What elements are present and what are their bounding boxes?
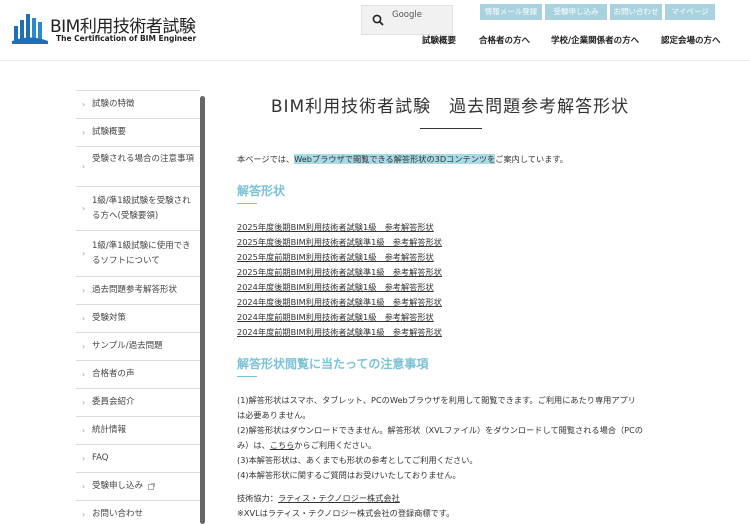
sidebar-item-label: 受験される場合の注意事項 bbox=[92, 154, 195, 164]
note-2-prefix: み）は、 bbox=[237, 440, 270, 450]
chevron-right-icon: › bbox=[82, 314, 86, 323]
contact-button[interactable]: お問い合わせ bbox=[610, 4, 662, 20]
intro-suffix: ご案内しています。 bbox=[495, 154, 568, 164]
link-2024-late-level1[interactable]: 2024年度後期BIM利用技術者試験1級 参考解答形状 bbox=[237, 281, 434, 293]
chevron-right-icon: › bbox=[82, 249, 86, 258]
link-2025-early-level1[interactable]: 2025年度前期BIM利用技術者試験1級 参考解答形状 bbox=[237, 251, 434, 263]
link-2024-late-semi1[interactable]: 2024年度後期BIM利用技術者試験準1級 参考解答形状 bbox=[237, 296, 442, 308]
credit-line: 技術協力：ラティス・テクノロジー株式会社 bbox=[237, 492, 400, 504]
intro-highlight: Webブラウザで閲覧できる解答形状の3Dコンテンツを bbox=[294, 154, 496, 164]
link-2024-early-semi1[interactable]: 2024年度前期BIM利用技術者試験準1級 参考解答形状 bbox=[237, 326, 442, 338]
credit-prefix: 技術協力： bbox=[237, 493, 278, 503]
mypage-button[interactable]: マイページ bbox=[665, 4, 715, 20]
chevron-right-icon: › bbox=[82, 398, 86, 407]
sidebar-item-statistics[interactable]: › 統計情報 bbox=[76, 416, 200, 444]
sidebar-item-label: 試験概要 bbox=[92, 127, 127, 137]
chevron-right-icon: › bbox=[82, 370, 86, 379]
chevron-right-icon: › bbox=[82, 100, 86, 109]
section-heading-answer-shapes: 解答形状 bbox=[237, 184, 286, 198]
sidebar-item-committee[interactable]: › 委員会紹介 bbox=[76, 388, 200, 416]
link-2024-early-level1[interactable]: 2024年度前期BIM利用技術者試験1級 参考解答形状 bbox=[237, 311, 434, 323]
sidebar-item-label: サンプル/過去問題 bbox=[92, 341, 163, 351]
sidebar-item-label: お問い合わせ bbox=[92, 509, 144, 519]
sidebar-item-label: FAQ bbox=[92, 453, 109, 463]
note-1-line1: (1)解答形状はスマホ、タブレット、PCのWebブラウザを利用して閲覧できます。… bbox=[237, 395, 636, 405]
link-2025-early-semi1[interactable]: 2025年度前期BIM利用技術者試験準1級 参考解答形状 bbox=[237, 266, 442, 278]
sidebar-item-testimonials[interactable]: › 合格者の声 bbox=[76, 360, 200, 388]
sidebar-item-overview[interactable]: › 試験概要 bbox=[76, 118, 200, 146]
site-logo[interactable]: BIM利用技術者試験 The Certification of BIM Engi… bbox=[12, 10, 196, 46]
note-2-suffix: からご利用ください。 bbox=[294, 440, 377, 450]
sidebar-item-label: 試験の特徴 bbox=[92, 99, 135, 109]
logo-mark-icon bbox=[12, 14, 48, 44]
sidebar-item-label: 委員会紹介 bbox=[92, 397, 135, 407]
note-2-line2: み）は、こちらからご利用ください。 bbox=[237, 439, 376, 451]
sidebar-item-guidelines[interactable]: › 1級/準1級試験を受験される方へ(受験要領) bbox=[76, 186, 200, 230]
sidebar-item-label: 受験対策 bbox=[92, 313, 127, 323]
chevron-right-icon: › bbox=[82, 510, 86, 519]
sidebar-item-faq[interactable]: › FAQ bbox=[76, 444, 200, 472]
sidebar-item-preparation[interactable]: › 受験対策 bbox=[76, 304, 200, 332]
trademark-note: ※XVLはラティス・テクノロジー株式会社の登録商標です。 bbox=[237, 508, 455, 518]
section-heading-notes: 解答形状閲覧に当たっての注意事項 bbox=[237, 357, 429, 371]
download-here-link[interactable]: こちら bbox=[270, 440, 295, 450]
chevron-right-icon: › bbox=[82, 128, 86, 137]
sidebar-item-features[interactable]: › 試験の特徴 bbox=[76, 90, 200, 118]
link-2025-late-level1[interactable]: 2025年度後期BIM利用技術者試験1級 参考解答形状 bbox=[237, 221, 434, 233]
chevron-right-icon: › bbox=[82, 482, 86, 491]
sidebar-item-label: 統計情報 bbox=[92, 425, 127, 435]
chevron-right-icon: › bbox=[82, 162, 86, 171]
sidebar-item-contact[interactable]: › お問い合わせ bbox=[76, 500, 200, 524]
chevron-right-icon: › bbox=[82, 286, 86, 295]
intro-prefix: 本ページでは、 bbox=[237, 154, 295, 164]
link-2025-late-semi1[interactable]: 2025年度後期BIM利用技術者試験準1級 参考解答形状 bbox=[237, 236, 442, 248]
sidebar-item-label: 受験申し込み bbox=[92, 481, 144, 491]
nav-passers[interactable]: 合格者の方へ bbox=[479, 34, 530, 46]
credit-company-link[interactable]: ラティス・テクノロジー株式会社 bbox=[278, 493, 400, 503]
sidebar-item-apply[interactable]: › 受験申し込み bbox=[76, 472, 200, 500]
chevron-right-icon: › bbox=[82, 342, 86, 351]
nav-exam-overview[interactable]: 試験概要 bbox=[422, 34, 456, 46]
apply-button[interactable]: 受験申し込み bbox=[545, 4, 607, 20]
sidebar-item-cautions[interactable]: › 受験される場合の注意事項 bbox=[76, 146, 200, 186]
sidebar-item-label: 1級/準1級試験に使用できるソフトについて bbox=[92, 241, 191, 266]
search-icon bbox=[372, 14, 384, 26]
chevron-right-icon: › bbox=[82, 426, 86, 435]
sidebar-item-label: 1級/準1級試験を受験される方へ(受験要領) bbox=[92, 196, 191, 221]
search-label: Google bbox=[392, 10, 422, 20]
sidebar: › 試験の特徴 › 試験概要 › 受験される場合の注意事項 › 1級/準1級試験… bbox=[76, 90, 200, 524]
external-link-icon bbox=[148, 483, 155, 490]
sidebar-item-answer-shapes[interactable]: › 過去問題参考解答形状 bbox=[76, 276, 200, 304]
page-title: BIM利用技術者試験 過去問題参考解答形状 bbox=[270, 97, 630, 117]
section-underline bbox=[237, 376, 257, 377]
mail-register-button[interactable]: 情報メール登録 bbox=[480, 4, 542, 20]
chevron-right-icon: › bbox=[82, 204, 86, 213]
note-2-line1: (2)解答形状はダウンロードできません。解答形状（XVLファイル）をダウンロード… bbox=[237, 425, 643, 435]
sidebar-item-samples[interactable]: › サンプル/過去問題 bbox=[76, 332, 200, 360]
header-divider bbox=[0, 60, 750, 61]
sidebar-item-label: 過去問題参考解答形状 bbox=[92, 285, 178, 295]
note-4: (4)本解答形状に関するご質問はお受けいたしておりません。 bbox=[237, 470, 461, 480]
note-1-line2: は必要ありません。 bbox=[237, 410, 311, 420]
note-3: (3)本解答形状は、あくまでも形状の参考としてご利用ください。 bbox=[237, 455, 478, 465]
intro-text: 本ページでは、Webブラウザで閲覧できる解答形状の3Dコンテンツをご案内していま… bbox=[237, 153, 568, 165]
google-search-box[interactable]: Google bbox=[361, 5, 453, 35]
sidebar-item-software[interactable]: › 1級/準1級試験に使用できるソフトについて bbox=[76, 230, 200, 276]
sidebar-scrollbar[interactable] bbox=[200, 96, 205, 524]
title-underline bbox=[420, 128, 482, 129]
section-underline bbox=[237, 203, 257, 204]
logo-subtitle: The Certification of BIM Engineer bbox=[56, 34, 197, 43]
site-header: BIM利用技術者試験 The Certification of BIM Engi… bbox=[0, 0, 750, 60]
chevron-right-icon: › bbox=[82, 454, 86, 463]
sidebar-item-label: 合格者の声 bbox=[92, 369, 135, 379]
nav-venues[interactable]: 認定会場の方へ bbox=[661, 34, 721, 46]
nav-schools-companies[interactable]: 学校/企業関係者の方へ bbox=[551, 34, 639, 46]
